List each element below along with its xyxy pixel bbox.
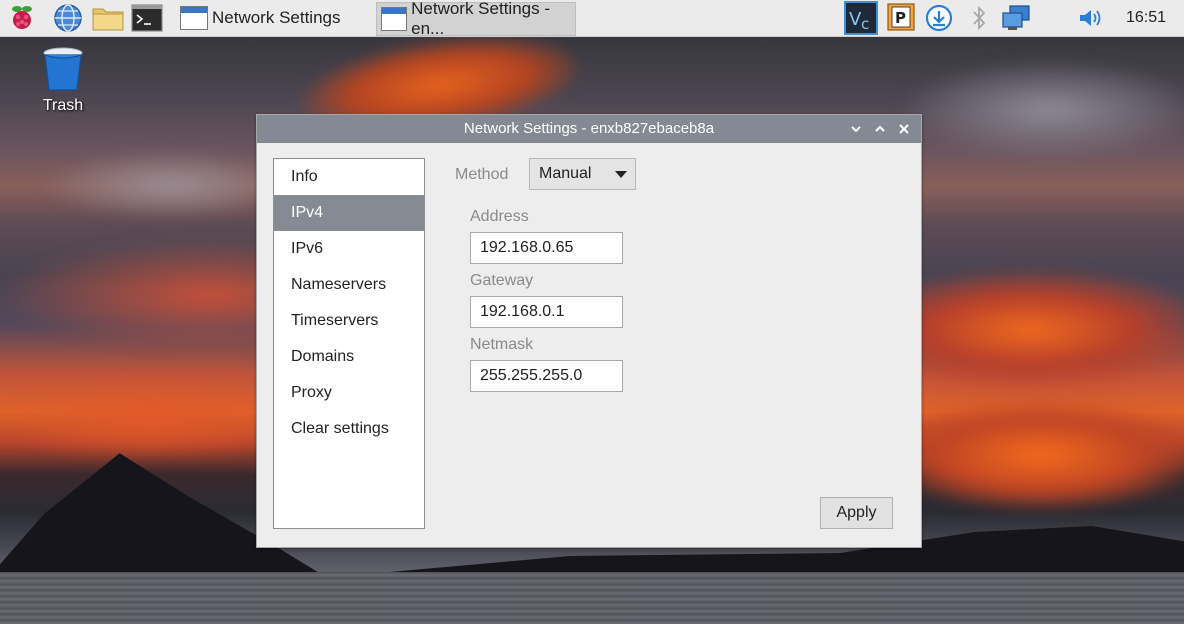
maximize-button[interactable] <box>869 115 891 143</box>
web-browser-icon[interactable] <box>53 3 83 33</box>
svg-text:c: c <box>861 15 869 33</box>
method-label: Method <box>455 166 509 183</box>
svg-text:P: P <box>895 9 906 27</box>
address-field[interactable] <box>470 232 623 264</box>
bluetooth-icon[interactable] <box>964 3 994 33</box>
taskbar-task-network-settings-active[interactable]: Network Settings - en... <box>376 0 576 38</box>
method-select[interactable]: Manual <box>529 158 636 190</box>
sidebar-item-ipv4[interactable]: IPv4 <box>274 195 424 231</box>
wallpaper-cloud <box>900 60 1184 160</box>
netmask-label: Netmask <box>470 336 534 353</box>
raspberry-menu-icon[interactable] <box>7 3 37 33</box>
minimize-button[interactable] <box>845 115 867 143</box>
trash-icon <box>43 47 83 91</box>
window-icon <box>180 6 208 30</box>
close-icon <box>899 124 909 134</box>
download-icon[interactable] <box>924 3 954 33</box>
trash-desktop-icon[interactable]: Trash <box>36 46 90 115</box>
parcel-icon[interactable]: P <box>886 2 916 32</box>
chevron-down-icon <box>851 126 861 133</box>
close-button[interactable] <box>893 115 915 143</box>
vnc-icon[interactable]: V c <box>844 1 878 35</box>
sidebar-item-clear-settings[interactable]: Clear settings <box>274 411 424 447</box>
wallpaper-cloud <box>880 400 1184 510</box>
taskbar: Network Settings Network Settings - en..… <box>0 0 1184 38</box>
dropdown-arrow-icon <box>615 171 627 178</box>
sidebar-item-proxy[interactable]: Proxy <box>274 375 424 411</box>
netmask-field[interactable] <box>470 360 623 392</box>
terminal-icon[interactable] <box>131 3 163 33</box>
gateway-label: Gateway <box>470 272 534 289</box>
settings-sidebar: Info IPv4 IPv6 Nameservers Timeservers D… <box>273 158 425 529</box>
window-title: Network Settings - enxb827ebaceb8a <box>463 120 715 137</box>
chevron-up-icon <box>875 125 885 132</box>
sidebar-item-domains[interactable]: Domains <box>274 339 424 375</box>
task-label: Network Settings <box>212 8 341 27</box>
taskbar-task-network-settings[interactable]: Network Settings <box>176 2 372 34</box>
apply-button[interactable]: Apply <box>820 497 893 529</box>
network-icon[interactable] <box>1000 3 1032 33</box>
address-label: Address <box>470 208 529 225</box>
task-label: Network Settings - en... <box>411 0 550 38</box>
network-settings-window: Network Settings - enxb827ebaceb8a Info … <box>256 114 922 548</box>
window-titlebar[interactable]: Network Settings - enxb827ebaceb8a <box>257 115 921 143</box>
window-icon <box>381 7 408 31</box>
clock[interactable]: 16:51 <box>1126 9 1166 27</box>
method-value: Manual <box>539 165 592 182</box>
file-manager-icon[interactable] <box>91 3 125 33</box>
sidebar-item-ipv6[interactable]: IPv6 <box>274 231 424 267</box>
desktop: Network Settings Network Settings - en..… <box>0 0 1184 624</box>
trash-label: Trash <box>42 97 84 114</box>
sidebar-item-timeservers[interactable]: Timeservers <box>274 303 424 339</box>
volume-icon[interactable] <box>1076 3 1106 33</box>
sidebar-item-info[interactable]: Info <box>274 159 424 195</box>
gateway-field[interactable] <box>470 296 623 328</box>
wallpaper-cloud <box>0 380 300 460</box>
sidebar-item-nameservers[interactable]: Nameservers <box>274 267 424 303</box>
wallpaper-water <box>0 572 1184 624</box>
